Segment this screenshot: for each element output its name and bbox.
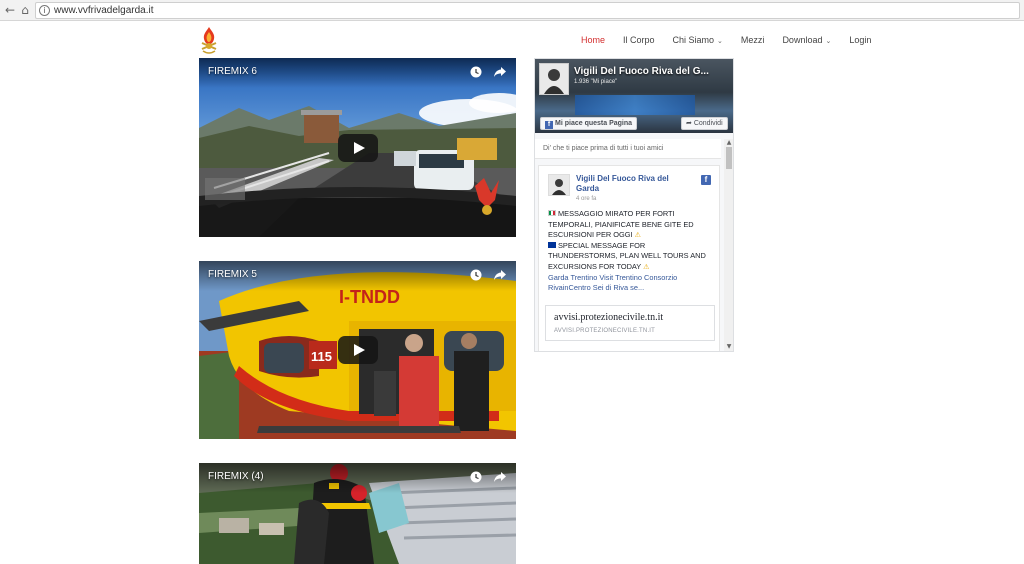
watch-later-icon[interactable] xyxy=(470,471,482,483)
info-icon[interactable]: i xyxy=(39,5,50,16)
facebook-icon: f xyxy=(701,175,711,185)
browser-toolbar: ← ⌂ i www.vvfrivadelgarda.it xyxy=(0,0,1024,21)
share-page-button[interactable]: ➦ Condividi xyxy=(681,117,728,130)
nav-chi-siamo[interactable]: Chi Siamo ⌄ xyxy=(664,35,732,49)
video-actions xyxy=(470,269,506,281)
post-author-avatar[interactable] xyxy=(548,174,570,196)
share-icon[interactable] xyxy=(494,269,506,281)
facebook-icon: f xyxy=(545,121,553,129)
nav-home[interactable]: Home xyxy=(572,35,614,49)
cover-lights xyxy=(575,95,695,115)
video-actions xyxy=(470,66,506,78)
scroll-up-icon[interactable]: ▲ xyxy=(725,139,733,146)
scroll-thumb[interactable] xyxy=(726,147,732,169)
video-player[interactable]: FIREMIX (4) xyxy=(199,463,516,564)
url-text[interactable]: www.vvfrivadelgarda.it xyxy=(54,5,153,16)
watch-later-icon[interactable] xyxy=(470,66,482,78)
link-title[interactable]: avvisi.protezionecivile.tn.it xyxy=(554,312,663,323)
svg-text:115: 115 xyxy=(311,349,332,364)
play-button[interactable] xyxy=(337,133,378,162)
post-text: MESSAGGIO MIRATO PER FORTI TEMPORALI, PI… xyxy=(548,209,714,294)
facebook-post: Vigili Del Fuoco Riva del Garda 4 ore fa… xyxy=(538,165,720,351)
feed-scrollbar[interactable]: ▲ ▼ xyxy=(724,139,733,351)
warning-icon: ⚠ xyxy=(643,262,650,271)
link-domain: AVVISI.PROTEZIONECIVILE.TN.IT xyxy=(554,328,656,334)
share-icon[interactable] xyxy=(494,471,506,483)
friends-like-prompt: Di' che ti piace prima di tutti i tuoi a… xyxy=(535,139,721,159)
chevron-down-icon: ⌄ xyxy=(825,37,832,45)
play-button[interactable] xyxy=(337,336,378,364)
main-navigation: Home Il Corpo Chi Siamo ⌄ Mezzi Download ⌄… xyxy=(572,35,880,49)
back-arrow-icon[interactable]: ← xyxy=(3,3,17,17)
facebook-likes-count: 1.936 "Mi piace" xyxy=(574,79,618,85)
facebook-page-name[interactable]: Vigili Del Fuoco Riva del G... xyxy=(574,66,709,77)
warning-icon: ⚠ xyxy=(634,231,641,240)
post-text-english: SPECIAL MESSAGE FOR THUNDERSTORMS, PLAN … xyxy=(548,240,706,271)
like-page-button[interactable]: f Mi piace questa Pagina xyxy=(540,117,638,130)
shared-link-preview[interactable]: avvisi.protezionecivile.tn.it AVVISI.PRO… xyxy=(545,305,715,341)
nav-mezzi[interactable]: Mezzi xyxy=(732,35,774,49)
nav-il-corpo[interactable]: Il Corpo xyxy=(614,35,664,49)
nav-download[interactable]: Download ⌄ xyxy=(773,35,840,49)
chevron-down-icon: ⌄ xyxy=(717,37,723,45)
share-arrow-icon: ➦ xyxy=(686,119,692,127)
address-bar[interactable]: i www.vvfrivadelgarda.it xyxy=(35,2,1020,19)
eu-flag-icon xyxy=(548,241,556,248)
post-author-name[interactable]: Vigili Del Fuoco Riva del Garda xyxy=(576,174,686,194)
firefighter-logo-icon[interactable] xyxy=(199,25,219,55)
video-title[interactable]: FIREMIX 6 xyxy=(208,66,257,77)
facebook-page-avatar[interactable] xyxy=(539,63,569,95)
video-player[interactable]: FIREMIX 6 xyxy=(199,58,516,237)
facebook-page-widget: Vigili Del Fuoco Riva del G... 1.936 "Mi… xyxy=(534,58,734,352)
share-icon[interactable] xyxy=(494,66,506,78)
watch-later-icon[interactable] xyxy=(470,269,482,281)
video-title[interactable]: FIREMIX (4) xyxy=(208,471,264,482)
post-timestamp[interactable]: 4 ore fa xyxy=(576,196,596,202)
post-tags[interactable]: Garda Trentino Visit Trentino Consorzio … xyxy=(548,273,677,293)
video-player[interactable]: 115 I-TNDD FIREMIX 5 xyxy=(199,261,516,439)
scroll-down-icon[interactable]: ▼ xyxy=(725,343,733,350)
nav-login[interactable]: Login xyxy=(840,35,880,49)
italy-flag-icon xyxy=(548,210,556,216)
post-text-italian: MESSAGGIO MIRATO PER FORTI TEMPORALI, PI… xyxy=(548,209,694,240)
video-title[interactable]: FIREMIX 5 xyxy=(208,269,257,280)
video-actions xyxy=(470,471,506,483)
home-icon[interactable]: ⌂ xyxy=(18,3,32,17)
